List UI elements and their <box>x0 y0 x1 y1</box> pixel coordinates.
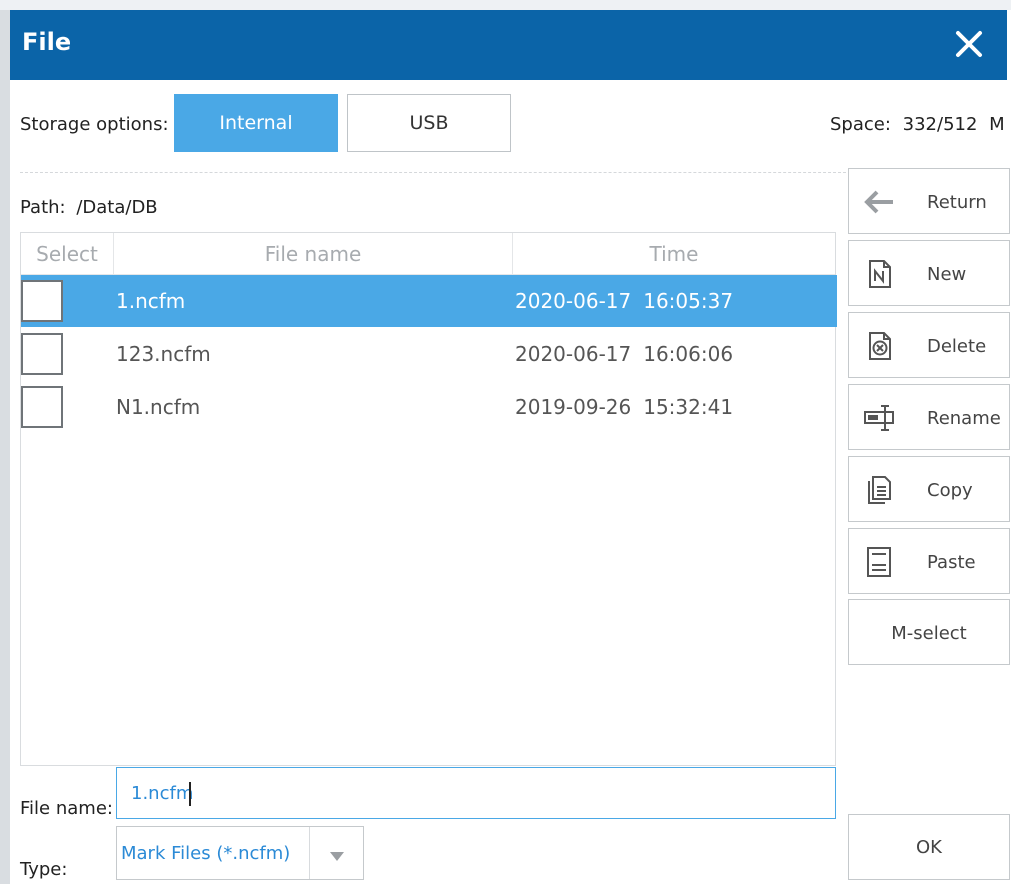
file-name-input[interactable] <box>116 767 836 819</box>
return-button[interactable]: Return <box>848 168 1010 234</box>
row-date-value: 2020-06-17 <box>515 289 632 313</box>
delete-button-label: Delete <box>927 335 987 357</box>
rename-button[interactable]: Rename <box>848 384 1010 450</box>
space-indicator: Space: 332/512 M <box>830 114 1005 135</box>
column-header-file-name: File name <box>113 233 512 274</box>
copy-icon <box>863 474 895 506</box>
row-file-name: 1.ncfm <box>116 289 186 313</box>
row-date-value: 2020-06-17 <box>515 342 632 366</box>
paste-button-label: Paste <box>927 551 976 573</box>
title-bar: File <box>10 10 1007 80</box>
rename-button-label: Rename <box>927 407 1001 429</box>
row-checkbox[interactable] <box>21 333 63 375</box>
window-edge <box>0 10 10 884</box>
new-button[interactable]: New <box>848 240 1010 306</box>
column-header-time: Time <box>512 233 835 274</box>
select-divider <box>309 827 310 879</box>
type-label: Type: <box>20 859 68 880</box>
row-time: 2020-06-17 16:06:06 <box>515 328 733 380</box>
rename-icon <box>863 402 895 434</box>
row-time-value: 16:06:06 <box>643 342 734 366</box>
table-header: Select File name Time <box>21 233 835 275</box>
row-file-name: N1.ncfm <box>116 395 201 419</box>
m-select-button[interactable]: M-select <box>848 599 1010 665</box>
new-file-icon <box>863 258 895 290</box>
ok-button[interactable]: OK <box>848 814 1010 880</box>
table-row[interactable]: N1.ncfm 2019-09-26 15:32:41 <box>21 381 837 433</box>
row-time-value: 16:05:37 <box>643 289 734 313</box>
m-select-button-label: M-select <box>891 622 967 644</box>
copy-button-label: Copy <box>927 479 973 501</box>
close-icon[interactable] <box>949 22 989 66</box>
path-value: /Data/DB <box>76 197 158 218</box>
path-display: Path: /Data/DB <box>20 197 158 218</box>
dropdown-arrow-icon[interactable] <box>330 847 344 866</box>
row-checkbox[interactable] <box>21 386 63 428</box>
row-time-value: 15:32:41 <box>643 395 734 419</box>
table-row[interactable]: 1.ncfm 2020-06-17 16:05:37 <box>21 275 837 327</box>
storage-usb-button[interactable]: USB <box>347 94 511 152</box>
text-caret <box>189 782 191 806</box>
storage-options-label: Storage options: <box>20 114 169 135</box>
file-table: Select File name Time 1.ncfm 2020-06-17 … <box>20 232 837 766</box>
row-date-value: 2019-09-26 <box>515 395 632 419</box>
arrow-left-icon <box>863 186 895 218</box>
file-dialog: File Storage options: Internal USB Space… <box>10 10 1011 884</box>
dialog-title: File <box>22 28 72 56</box>
delete-button[interactable]: Delete <box>848 312 1010 378</box>
table-row[interactable]: 123.ncfm 2020-06-17 16:06:06 <box>21 328 837 380</box>
paste-icon <box>863 546 895 578</box>
row-checkbox[interactable] <box>21 280 63 322</box>
return-button-label: Return <box>927 191 987 213</box>
background-strip <box>0 0 1011 10</box>
copy-button[interactable]: Copy <box>848 456 1010 522</box>
row-time: 2019-09-26 15:32:41 <box>515 381 733 433</box>
column-header-select: Select <box>36 241 98 266</box>
space-unit: M <box>989 114 1005 135</box>
row-time: 2020-06-17 16:05:37 <box>515 275 733 327</box>
divider <box>20 172 846 173</box>
space-label: Space: <box>830 114 891 135</box>
storage-internal-button[interactable]: Internal <box>174 94 338 152</box>
file-name-label: File name: <box>20 798 113 819</box>
space-value: 332/512 <box>902 114 978 135</box>
row-file-name: 123.ncfm <box>116 342 211 366</box>
type-select-value: Mark Files (*.ncfm) <box>121 842 291 864</box>
path-label: Path: <box>20 197 66 218</box>
delete-file-icon <box>863 330 895 362</box>
paste-button[interactable]: Paste <box>848 528 1010 594</box>
type-select[interactable]: Mark Files (*.ncfm) <box>116 826 364 880</box>
new-button-label: New <box>927 263 967 285</box>
